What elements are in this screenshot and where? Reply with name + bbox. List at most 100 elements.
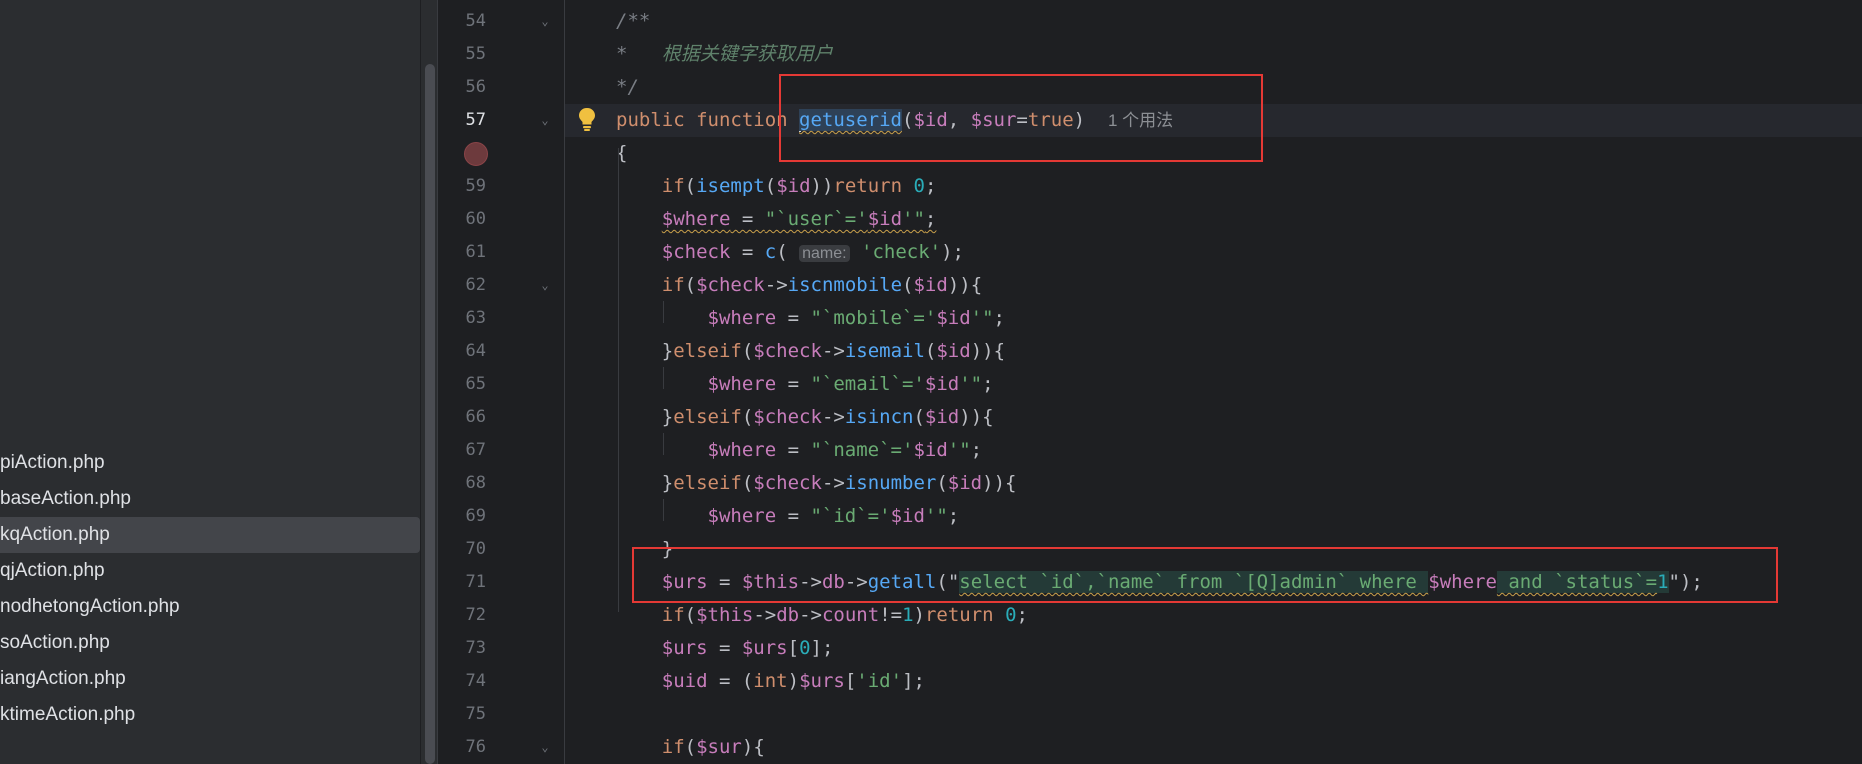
line-number[interactable]: 61 (438, 236, 486, 269)
line-number[interactable]: 65 (438, 368, 486, 401)
code-token: elseif (673, 340, 742, 362)
file-tree-item[interactable]: piAction.php (0, 445, 105, 481)
code-token: 'check' (861, 241, 942, 263)
annotation-box-sql-query (632, 547, 1778, 603)
code-token: = (776, 307, 811, 329)
code-token: count (821, 604, 880, 626)
code-token: ( (684, 175, 697, 197)
line-number[interactable]: 70 (438, 533, 486, 566)
indent-guide (663, 367, 664, 389)
code-token: )) (947, 274, 971, 296)
code-line[interactable]: $where = "`email`='$id'"; (616, 368, 994, 401)
code-token: isemail (844, 340, 925, 362)
code-token: if (661, 274, 685, 296)
code-token: ]; (902, 670, 925, 692)
line-number[interactable]: 62 (438, 269, 486, 302)
code-line[interactable]: if($check->iscnmobile($id)){ (616, 269, 982, 302)
file-tree-item[interactable]: kqAction.php (0, 517, 420, 553)
file-tree-item[interactable]: ktimeAction.php (0, 697, 135, 733)
line-number[interactable]: 71 (438, 566, 486, 599)
code-line[interactable]: */ (616, 71, 639, 104)
file-tree-item[interactable]: iangAction.php (0, 661, 126, 697)
file-tree-item[interactable]: qjAction.php (0, 553, 105, 589)
code-line[interactable]: /** (616, 5, 650, 38)
code-token: } (616, 472, 674, 494)
indent-guide (618, 148, 619, 612)
file-tree-item[interactable]: baseAction.php (0, 481, 131, 517)
line-number[interactable]: 74 (438, 665, 486, 698)
code-line[interactable]: $uid = (int)$urs['id']; (616, 665, 925, 698)
fold-chevron-icon[interactable]: ⌄ (538, 5, 552, 38)
code-line[interactable]: $where = "`id`='$id'"; (616, 500, 960, 533)
code-token: ; (924, 208, 937, 230)
code-line[interactable]: }elseif($check->isnumber($id)){ (616, 467, 1017, 500)
code-token: $urs (741, 637, 788, 659)
code-token: $id (890, 505, 925, 527)
tree-scrollbar[interactable] (421, 0, 438, 764)
code-token: -> (764, 274, 788, 296)
scrollbar-thumb[interactable] (425, 64, 435, 764)
code-line[interactable]: $where = "`mobile`='$id'"; (616, 302, 1005, 335)
code-line[interactable]: }elseif($check->isemail($id)){ (616, 335, 1005, 368)
line-number[interactable]: 73 (438, 632, 486, 665)
fold-chevron-icon[interactable]: ⌄ (538, 269, 552, 302)
breakpoint-icon[interactable] (464, 142, 488, 166)
code-line[interactable]: if($this->db->count!=1)return 0; (616, 599, 1028, 632)
line-number[interactable]: 76 (438, 731, 486, 764)
code-token: $id (867, 208, 903, 230)
fold-chevron-icon[interactable]: ⌄ (538, 731, 552, 764)
line-number[interactable]: 55 (438, 38, 486, 71)
code-token: ; (993, 307, 1005, 329)
code-token: $where (707, 505, 777, 527)
code-token: elseif (673, 472, 742, 494)
code-line[interactable]: $where = "`user`='$id'"; (616, 203, 937, 236)
code-line[interactable]: if(isempt($id))return 0; (616, 170, 937, 203)
line-number[interactable]: 63 (438, 302, 486, 335)
file-tree-item[interactable]: nodhetongAction.php (0, 589, 180, 625)
code-line[interactable]: }elseif($check->isincn($id)){ (616, 401, 994, 434)
code-token: ; (1016, 604, 1028, 626)
code-line[interactable]: if($sur){ (616, 731, 765, 764)
fold-chevron-icon[interactable]: ⌄ (538, 104, 552, 137)
code-token: ) (787, 670, 800, 692)
code-token: $this (696, 604, 754, 626)
line-number[interactable]: 72 (438, 599, 486, 632)
code-line[interactable]: $check = c( name: 'check'); (616, 236, 964, 269)
code-token: 1 (902, 604, 914, 626)
code-token: ; (982, 373, 994, 395)
line-number[interactable]: 56 (438, 71, 486, 104)
line-number[interactable]: 54 (438, 5, 486, 38)
code-token: = (776, 439, 811, 461)
line-number[interactable]: 68 (438, 467, 486, 500)
line-number[interactable]: 64 (438, 335, 486, 368)
code-token: '" (947, 439, 971, 461)
code-token: "`mobile`=' (810, 307, 937, 329)
line-number[interactable]: 75 (438, 698, 486, 731)
code-token: $urs (661, 637, 708, 659)
line-number[interactable]: 60 (438, 203, 486, 236)
line-number[interactable]: 69 (438, 500, 486, 533)
code-line[interactable]: $urs = $urs[0]; (616, 632, 834, 665)
code-token: db (776, 604, 800, 626)
code-line[interactable]: * 根据关键字获取用户 (616, 38, 833, 71)
line-number[interactable]: 59 (438, 170, 486, 203)
code-token: if (661, 175, 685, 197)
file-tree-item[interactable]: soAction.php (0, 625, 110, 661)
code-token: { (1005, 472, 1017, 494)
line-number[interactable]: 57 (438, 104, 486, 137)
annotation-box-function-signature (779, 74, 1263, 162)
line-number[interactable]: 67 (438, 434, 486, 467)
code-line[interactable]: $where = "`name`='$id'"; (616, 434, 983, 467)
code-token: -> (821, 340, 845, 362)
code-token: int (753, 670, 788, 692)
editor-gutter: 54 ⌄ 55 56 57 ⌄ 59 60 61 62 ⌄ 63 64 65 66 67 68 69 70 71 72 7… (438, 0, 595, 764)
code-token: { (970, 274, 983, 296)
line-number[interactable]: 66 (438, 401, 486, 434)
